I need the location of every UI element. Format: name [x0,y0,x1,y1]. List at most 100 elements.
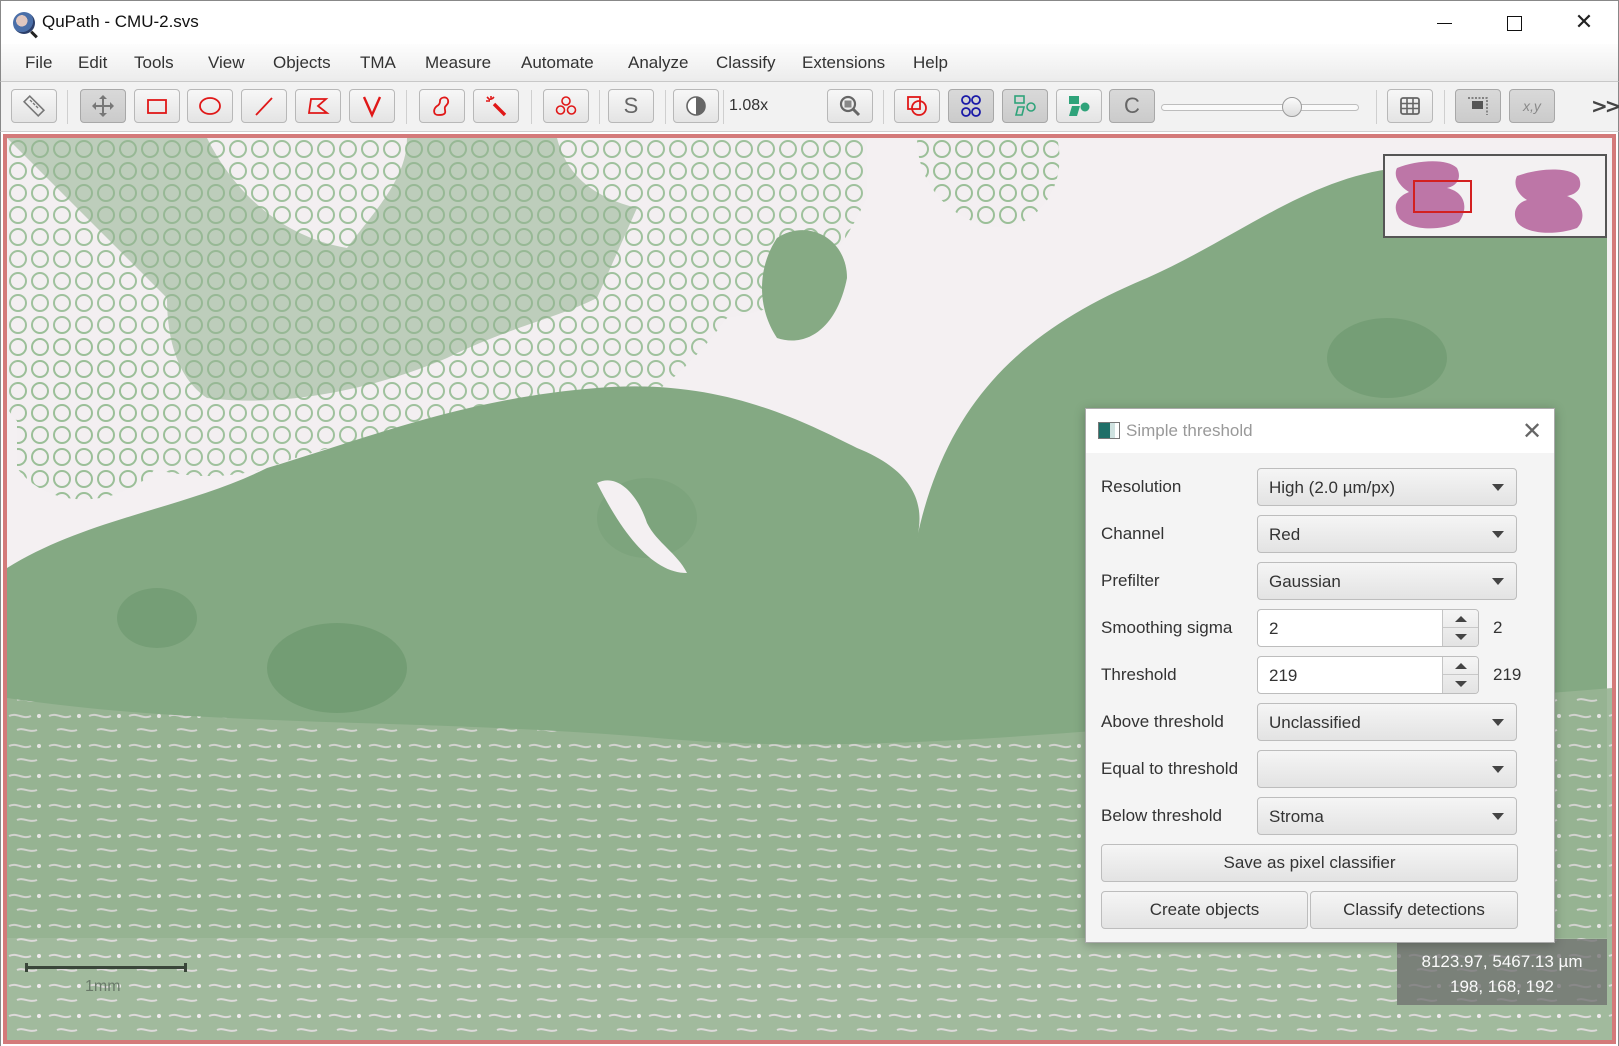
measure-tool-button[interactable] [11,89,57,123]
smoothing-sigma-input[interactable]: 2 [1269,619,1278,639]
threshold-input[interactable]: 219 [1269,666,1297,686]
title-bar: QuPath - CMU-2.svs ✕ [0,0,1619,44]
show-detections-button[interactable] [1002,89,1048,123]
toolbar-separator [665,90,666,124]
menu-tools[interactable]: Tools [134,53,174,73]
threshold-display: 219 [1493,665,1522,684]
show-annotations-button[interactable] [894,89,940,123]
slider-thumb[interactable] [1282,97,1302,117]
menu-analyze[interactable]: Analyze [628,53,688,73]
scale-bar [25,963,187,972]
chevron-up-icon [1455,615,1467,622]
menu-bar: File Edit Tools View Objects TMA Measure… [0,44,1619,82]
channel-value: Red [1269,525,1301,544]
ellipse-icon [199,97,221,115]
resolution-dropdown[interactable]: High (2.0 µm/px) [1257,468,1517,506]
increment-button[interactable] [1443,657,1478,675]
chevron-down-icon [1492,531,1504,538]
points-tool-button[interactable] [543,89,589,123]
equal-threshold-dropdown[interactable] [1257,750,1517,788]
decrement-button[interactable] [1443,628,1478,646]
selection-mode-button[interactable]: S [608,89,654,123]
brightness-contrast-button[interactable] [673,89,719,123]
minimize-button[interactable] [1409,1,1479,45]
line-tool-button[interactable] [241,89,287,123]
polyline-v-icon [362,96,382,118]
toolbar-separator [67,90,68,124]
overview-thumbnail[interactable] [1383,154,1607,238]
ellipse-tool-button[interactable] [187,89,233,123]
classify-detections-button[interactable]: Classify detections [1310,891,1518,929]
fill-detections-button[interactable] [1056,89,1102,123]
menu-objects[interactable]: Objects [273,53,331,73]
below-threshold-dropdown[interactable]: Stroma [1257,797,1517,835]
dialog-title: Simple threshold [1126,421,1253,440]
show-pixel-classification-button[interactable]: C [1109,89,1155,123]
chevron-down-icon [1492,766,1504,773]
show-tma-grid-button[interactable] [948,89,994,123]
show-location-button[interactable]: x,y [1509,89,1555,123]
menu-view[interactable]: View [208,53,245,73]
brush-blob-icon [433,96,450,116]
threshold-spinner[interactable]: 219 [1257,656,1479,694]
smoothing-sigma-spinner[interactable]: 2 [1257,609,1479,647]
menu-edit[interactable]: Edit [78,53,107,73]
window-title: QuPath - CMU-2.svs [42,12,199,31]
show-grid-button[interactable] [1387,89,1433,123]
contrast-icon [686,96,706,116]
menu-tma[interactable]: TMA [360,53,396,73]
letter-c-icon: C [1124,93,1140,118]
smoothing-sigma-label: Smoothing sigma [1101,618,1233,637]
maximize-button[interactable] [1479,1,1549,45]
menu-file[interactable]: File [25,53,52,73]
brush-tool-button[interactable] [419,89,465,123]
prefilter-dropdown[interactable]: Gaussian [1257,562,1517,600]
above-threshold-label: Above threshold [1101,712,1224,731]
increment-button[interactable] [1443,610,1478,628]
chevron-down-icon [1455,634,1467,640]
resolution-label: Resolution [1101,477,1182,496]
move-tool-button[interactable] [80,89,126,123]
menu-help[interactable]: Help [913,53,948,73]
channel-dropdown[interactable]: Red [1257,515,1517,553]
close-window-button[interactable]: ✕ [1549,1,1619,45]
toolbar: S 1.08x C x,y >> [0,82,1619,132]
polygon-icon [307,98,330,114]
show-overview-button[interactable] [1455,89,1501,123]
wand-tool-button[interactable] [473,89,519,123]
chevron-down-icon [1492,578,1504,585]
prefilter-label: Prefilter [1101,571,1160,590]
toolbar-separator [406,90,407,124]
zoom-to-fit-button[interactable] [827,89,873,123]
above-threshold-dropdown[interactable]: Unclassified [1257,703,1517,741]
opacity-slider[interactable] [1161,97,1359,117]
polygon-tool-button[interactable] [295,89,341,123]
dialog-title-bar[interactable]: Simple threshold ✕ [1086,409,1554,453]
tma-grid-icon [961,95,981,117]
polyline-tool-button[interactable] [349,89,395,123]
minimize-icon [1436,22,1452,24]
xy-icon: x,y [1523,98,1541,114]
menu-measure[interactable]: Measure [425,53,491,73]
rectangle-tool-button[interactable] [134,89,180,123]
rectangle-icon [147,99,167,114]
slider-track[interactable] [1161,104,1359,111]
maximize-icon [1506,15,1522,31]
equal-threshold-label: Equal to threshold [1101,759,1239,778]
overview-viewport-rect[interactable] [1413,180,1472,213]
toolbar-overflow-button[interactable]: >> [1591,94,1619,118]
move-arrows-icon [92,95,114,117]
save-pixel-classifier-button[interactable]: Save as pixel classifier [1101,844,1518,882]
prefilter-row: Prefilter Gaussian [1101,562,1541,600]
dialog-close-icon[interactable]: ✕ [1522,417,1542,446]
above-threshold-value: Unclassified [1269,713,1361,732]
detections-filled-icon [1069,96,1090,116]
cursor-location-readout: 8123.97, 5467.13 µm 198, 168, 192 [1397,939,1607,1005]
menu-extensions[interactable]: Extensions [802,53,885,73]
create-objects-button[interactable]: Create objects [1101,891,1308,929]
menu-classify[interactable]: Classify [716,53,776,73]
threshold-row: Threshold 219 219 [1101,656,1541,694]
menu-automate[interactable]: Automate [521,53,594,73]
decrement-button[interactable] [1443,675,1478,693]
above-threshold-row: Above threshold Unclassified [1101,703,1541,741]
